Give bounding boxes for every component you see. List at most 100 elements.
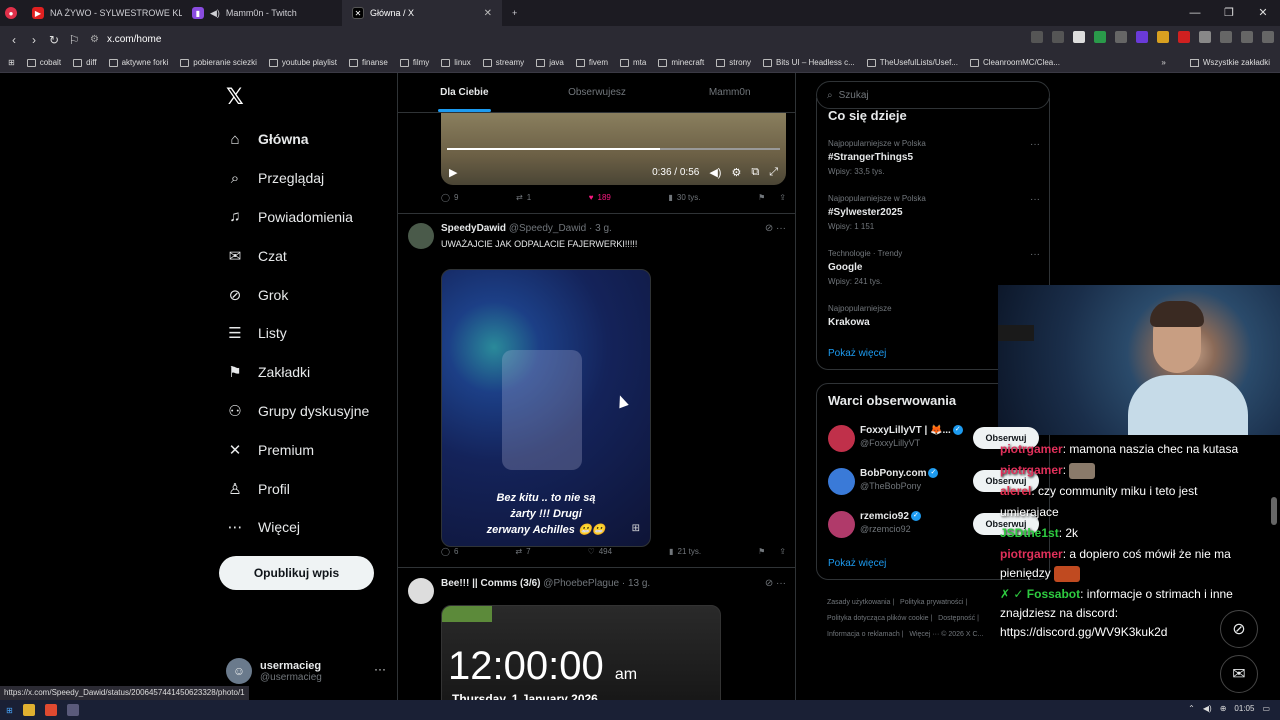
bookmark-item[interactable]: mta [620, 58, 646, 67]
post-time[interactable]: · 3 g. [589, 223, 612, 234]
bookmark-item[interactable]: pobieranie sciezki [180, 58, 257, 67]
nav-premium[interactable]: ✕ Premium [226, 430, 369, 469]
bookmark-item[interactable]: java [536, 58, 564, 67]
reader-icon[interactable] [1031, 31, 1043, 43]
page-scrollbar[interactable] [1271, 497, 1277, 525]
volume-icon[interactable]: ◀) [1203, 704, 1212, 713]
grok-floating-button[interactable]: ⊘ [1220, 610, 1258, 648]
more-icon[interactable]: ··· [776, 223, 786, 234]
nav-notifications[interactable]: ♫ Powiadomienia [226, 198, 369, 237]
footer-link[interactable]: Więcej ··· © 2026 X C... [909, 631, 983, 638]
author-name[interactable]: Bee!!! || Comms (3/6) [441, 578, 541, 589]
notifications-icon[interactable]: ▭ [1262, 704, 1270, 713]
post-button[interactable]: Opublikuj wpis [219, 556, 374, 590]
tab-for-you[interactable]: Dla Ciebie [398, 73, 531, 112]
trend-item[interactable]: Technologie · Trendy Google Wpisy: 241 t… [828, 249, 1040, 286]
show-more-accounts-link[interactable]: Pokaż więcej [828, 558, 886, 569]
tab-youtube[interactable]: ▶ NA ŻYWO - SYLWESTROWE KLUB [22, 0, 182, 26]
nav-explore[interactable]: ⌕ Przeglądaj [226, 159, 369, 198]
views-button[interactable]: ▮ 21 tys. [669, 547, 701, 556]
grok-icon[interactable]: ⊘ [765, 578, 773, 589]
footer-link[interactable]: Zasady użytkowania | [827, 599, 894, 606]
more-icon[interactable]: ··· [776, 578, 786, 589]
show-more-trends-link[interactable]: Pokaż więcej [828, 348, 886, 359]
bookmark-item[interactable]: TheUsefulLists/Usef... [866, 58, 958, 67]
browser-menu-icon[interactable]: ● [0, 0, 22, 26]
puzzle-icon[interactable] [1199, 31, 1211, 43]
reload-icon[interactable]: ↻ [44, 33, 64, 47]
x-logo-icon[interactable]: 𝕏 [226, 84, 244, 110]
account-switcher[interactable]: ☺ usermacieg @usermacieg ··· [226, 656, 386, 686]
trend-item[interactable]: Najpopularniejsze w Polska #Sylwester202… [828, 194, 1040, 231]
restore-icon[interactable]: ❐ [1212, 0, 1246, 26]
bookmark-item[interactable]: youtube playlist [268, 58, 337, 67]
bookmark-item[interactable]: CleanroomMC/Clea... [970, 58, 1060, 67]
footer-link[interactable]: Polityka prywatności | [900, 599, 967, 606]
volume-icon[interactable]: ◀) [709, 166, 721, 179]
bookmark-item[interactable]: streamy [482, 58, 524, 67]
nav-profile[interactable]: ♙ Profil [226, 469, 369, 508]
nav-home[interactable]: ⌂ Główna [226, 120, 369, 159]
site-info-icon[interactable]: ⚙ [90, 34, 99, 45]
extension-icon[interactable] [1115, 31, 1127, 43]
shield-icon[interactable] [1073, 31, 1085, 43]
extension-icon[interactable] [1157, 31, 1169, 43]
author-name[interactable]: SpeedyDawid [441, 223, 506, 234]
tab-mamm0n[interactable]: Mamm0n [663, 73, 795, 112]
avatar[interactable] [408, 223, 434, 249]
repost-button[interactable]: ⇄ 7 [515, 547, 530, 556]
settings-icon[interactable]: ⚙ [731, 166, 741, 179]
author-handle[interactable]: @PhoebePlague [543, 578, 619, 589]
nav-communities[interactable]: ⚇ Grupy dyskusyjne [226, 392, 369, 431]
windows-start-icon[interactable]: ⊞ [6, 706, 13, 715]
fullscreen-icon[interactable]: ⤢ [769, 166, 778, 179]
share-icon[interactable]: ⇪ [779, 547, 786, 556]
views-button[interactable]: ▮ 30 tys. [669, 193, 701, 202]
bookmark-item[interactable]: Bits UI – Headless c... [763, 58, 855, 67]
tab-x-home[interactable]: ✕ Główna / X ✕ [342, 0, 502, 26]
video-player[interactable]: ▶ 0:36 / 0:56 ◀) ⚙ ⧉ ⤢ [441, 113, 786, 185]
avatar[interactable] [408, 578, 434, 604]
trend-item[interactable]: Najpopularniejsze w Polska #StrangerThin… [828, 139, 1040, 176]
all-bookmarks-button[interactable]: Wszystkie zakładki [1203, 58, 1270, 67]
check-extension-icon[interactable] [1094, 31, 1106, 43]
back-icon[interactable]: ‹ [4, 33, 24, 47]
nav-lists[interactable]: ☰ Listy [226, 314, 369, 353]
bookmark-item[interactable]: diff [73, 58, 97, 67]
tray-chevron-icon[interactable]: ⌃ [1188, 704, 1195, 713]
bookmark-item[interactable]: linux [441, 58, 471, 67]
post-image[interactable]: 12:00:00 am Thursday, 1 January 2026 [441, 605, 721, 700]
bookmark-item[interactable]: fivem [575, 58, 608, 67]
repost-button[interactable]: ⇄ 1 [516, 193, 531, 202]
file-explorer-icon[interactable] [22, 704, 35, 716]
twitch-extension-icon[interactable] [1136, 31, 1148, 43]
bookmark-item[interactable]: minecraft [658, 58, 704, 67]
bookmark-button[interactable]: ⚑ ⇪ [758, 193, 786, 202]
reply-button[interactable]: ◯ 6 [441, 547, 458, 556]
footer-link[interactable]: Dostępność | [938, 615, 979, 622]
nav-bookmarks[interactable]: ⚑ Zakładki [226, 353, 369, 392]
extension-icon[interactable] [1178, 31, 1190, 43]
bookmark-item[interactable]: filmy [399, 58, 429, 67]
messages-floating-button[interactable]: ✉ [1220, 655, 1258, 693]
network-icon[interactable]: ⊕ [1220, 704, 1227, 713]
apps-grid-icon[interactable]: ⊞ [8, 58, 15, 67]
forward-icon[interactable]: › [24, 33, 44, 47]
post-time[interactable]: · 13 g. [622, 578, 650, 589]
video-progress-bar[interactable] [447, 148, 780, 150]
reply-button[interactable]: ◯ 9 [441, 193, 458, 202]
nav-grok[interactable]: ⊘ Grok [226, 275, 369, 314]
new-tab-button[interactable]: + [502, 0, 527, 26]
like-button[interactable]: ♥ 189 [589, 193, 611, 202]
bookmark-button[interactable]: ⚑ ⇪ [758, 547, 786, 556]
browser-taskbar-icon[interactable] [44, 704, 57, 716]
like-button[interactable]: ♡ 494 [588, 547, 613, 556]
nav-chat[interactable]: ✉ Czat [226, 236, 369, 275]
menu-icon[interactable] [1262, 31, 1274, 43]
pip-icon[interactable]: ⧉ [751, 166, 759, 179]
grok-icon[interactable]: ⊘ [765, 223, 773, 234]
bookmark-item[interactable]: strony [716, 58, 751, 67]
more-icon[interactable]: ··· [1030, 194, 1040, 205]
more-icon[interactable]: ··· [1030, 249, 1040, 260]
more-icon[interactable]: ··· [374, 662, 386, 676]
